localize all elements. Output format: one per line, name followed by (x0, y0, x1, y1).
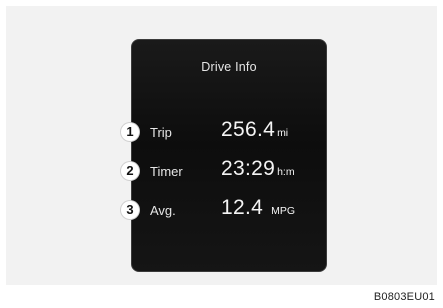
timer-unit: h:m (277, 166, 295, 178)
timer-label: Timer (150, 164, 183, 179)
trip-label: Trip (150, 125, 172, 140)
timer-value: 23:29 (221, 157, 276, 180)
average-row: 3 Avg. 12.4 MPG (121, 196, 326, 224)
display-title: Drive Info (201, 60, 257, 74)
average-value: 12.4 (221, 196, 264, 219)
callout-1-badge: 1 (121, 123, 139, 141)
timer-value-group: 23:29 h:m (221, 157, 295, 181)
timer-row: 2 Timer 23:29 h:m (121, 157, 326, 185)
trip-value: 256.4 (221, 118, 276, 141)
trip-value-group: 256.4 mi (221, 118, 288, 142)
callout-2-badge: 2 (121, 162, 139, 180)
callout-3-badge: 3 (121, 201, 139, 219)
figure-code: B0803EU01 (373, 291, 435, 303)
drive-info-display: Drive Info 1 Trip 256.4 mi 2 Timer 23:29 h… (121, 39, 327, 272)
trip-row: 1 Trip 256.4 mi (121, 118, 326, 146)
average-value-group: 12.4 MPG (221, 196, 295, 220)
average-unit: MPG (271, 205, 295, 217)
trip-unit: mi (277, 127, 289, 139)
average-label: Avg. (150, 203, 176, 218)
